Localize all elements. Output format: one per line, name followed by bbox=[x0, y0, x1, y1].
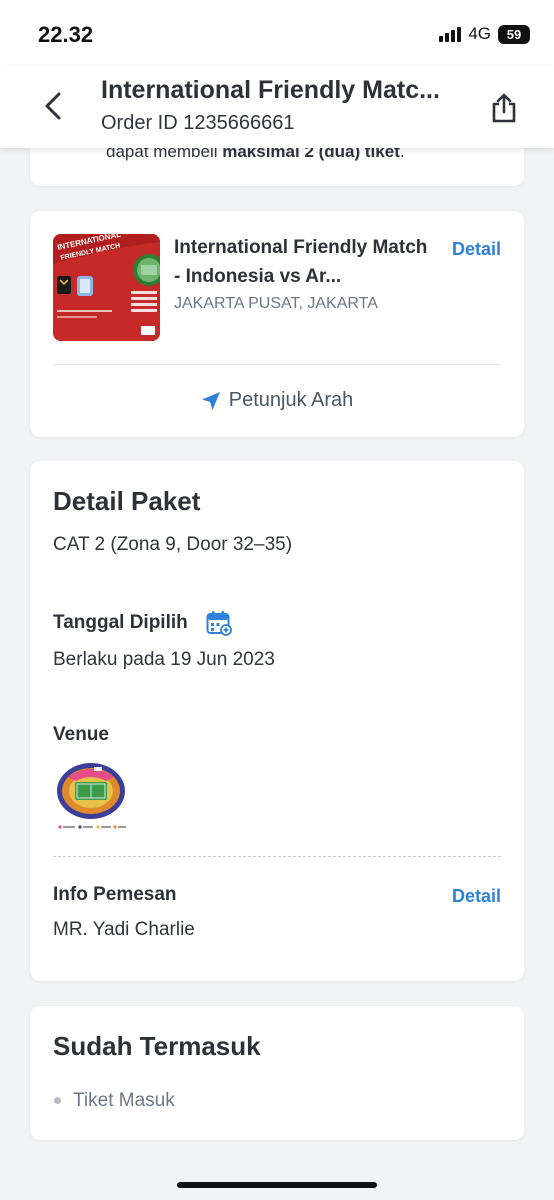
calendar-icon bbox=[206, 611, 232, 636]
included-section-title: Sudah Termasuk bbox=[53, 1031, 261, 1061]
status-bar: 22.32 4G 59 bbox=[0, 0, 554, 66]
package-category: CAT 2 (Zona 9, Door 32–35) bbox=[53, 534, 293, 555]
list-item: Tiket Masuk bbox=[73, 1090, 175, 1111]
directions-button[interactable]: Petunjuk Arah bbox=[30, 389, 524, 412]
status-time: 22.32 bbox=[38, 22, 94, 47]
app-header: International Friendly Matc... Order ID … bbox=[0, 66, 554, 148]
event-poster-image: INTERNATIONAL FRIENDLY MATCH bbox=[53, 234, 160, 341]
included-card: Sudah Termasuk Tiket Masuk bbox=[30, 1006, 524, 1140]
venue-seat-map[interactable] bbox=[54, 761, 128, 833]
chevron-left-icon bbox=[45, 92, 61, 120]
status-indicators: 4G 59 bbox=[439, 24, 530, 44]
event-location: JAKARTA PUSAT, JAKARTA bbox=[174, 295, 378, 312]
share-icon bbox=[492, 93, 516, 123]
back-button[interactable] bbox=[36, 86, 70, 126]
share-button[interactable] bbox=[486, 88, 522, 128]
divider bbox=[53, 364, 501, 365]
event-card: INTERNATIONAL FRIENDLY MATCH Internation… bbox=[30, 211, 524, 437]
battery-icon: 59 bbox=[498, 24, 530, 44]
order-id: Order ID 1235666661 bbox=[101, 112, 295, 134]
dashed-divider bbox=[53, 856, 501, 857]
event-title: International Friendly Match - Indonesia… bbox=[174, 237, 428, 287]
home-indicator[interactable] bbox=[177, 1182, 377, 1188]
page-title: International Friendly Matc... bbox=[101, 76, 440, 104]
venue-label: Venue bbox=[53, 724, 109, 745]
package-detail-card: Detail Paket CAT 2 (Zona 9, Door 32–35) … bbox=[30, 461, 524, 981]
selected-date-label: Tanggal Dipilih bbox=[53, 612, 188, 633]
signal-icon bbox=[439, 26, 462, 42]
navigation-arrow-icon bbox=[201, 391, 220, 410]
event-thumbnail[interactable]: INTERNATIONAL FRIENDLY MATCH bbox=[53, 234, 160, 341]
network-type: 4G bbox=[468, 24, 491, 43]
directions-label: Petunjuk Arah bbox=[228, 389, 354, 411]
order-info-detail-link[interactable]: Detail bbox=[452, 886, 501, 907]
package-section-title: Detail Paket bbox=[53, 486, 201, 516]
order-info-label: Info Pemesan bbox=[53, 884, 177, 905]
bullet-icon bbox=[54, 1097, 61, 1104]
event-detail-link[interactable]: Detail bbox=[452, 239, 501, 260]
selected-date-value: Berlaku pada 19 Jun 2023 bbox=[53, 649, 275, 670]
orderer-name: MR. Yadi Charlie bbox=[53, 919, 195, 940]
